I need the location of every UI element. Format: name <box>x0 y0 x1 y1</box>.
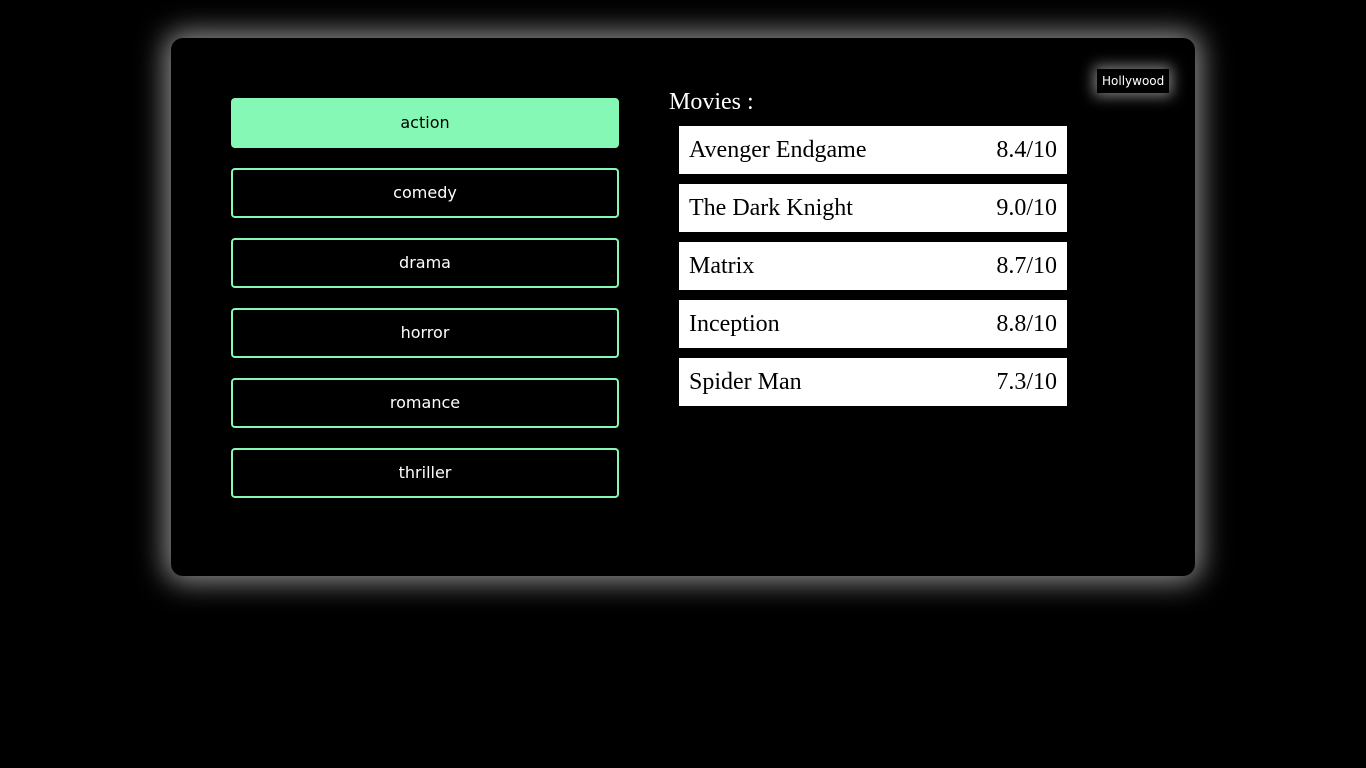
genre-list: action comedy drama horror romance thril… <box>231 98 619 518</box>
movie-name: Matrix <box>689 252 755 279</box>
genre-button-action[interactable]: action <box>231 98 619 148</box>
movie-rating: 8.7/10 <box>996 252 1057 279</box>
movie-row: Matrix 8.7/10 <box>679 242 1067 290</box>
main-panel: action comedy drama horror romance thril… <box>171 38 1195 576</box>
movie-name: Spider Man <box>689 368 802 395</box>
movies-section: Movies : Avenger Endgame 8.4/10 The Dark… <box>669 88 1067 416</box>
movie-row: Spider Man 7.3/10 <box>679 358 1067 406</box>
movie-name: Avenger Endgame <box>689 136 867 163</box>
movie-rating: 7.3/10 <box>996 368 1057 395</box>
movie-rating: 8.8/10 <box>996 310 1057 337</box>
genre-button-thriller[interactable]: thriller <box>231 448 619 498</box>
movie-row: Inception 8.8/10 <box>679 300 1067 348</box>
movie-row: Avenger Endgame 8.4/10 <box>679 126 1067 174</box>
movie-rating: 8.4/10 <box>996 136 1057 163</box>
genre-button-romance[interactable]: romance <box>231 378 619 428</box>
movie-row: The Dark Knight 9.0/10 <box>679 184 1067 232</box>
movie-name: The Dark Knight <box>689 194 853 221</box>
genre-button-drama[interactable]: drama <box>231 238 619 288</box>
genre-button-comedy[interactable]: comedy <box>231 168 619 218</box>
movie-name: Inception <box>689 310 780 337</box>
genre-button-horror[interactable]: horror <box>231 308 619 358</box>
region-button-hollywood[interactable]: Hollywood <box>1097 69 1170 93</box>
movies-title: Movies : <box>669 89 754 115</box>
movie-rating: 9.0/10 <box>996 194 1057 221</box>
